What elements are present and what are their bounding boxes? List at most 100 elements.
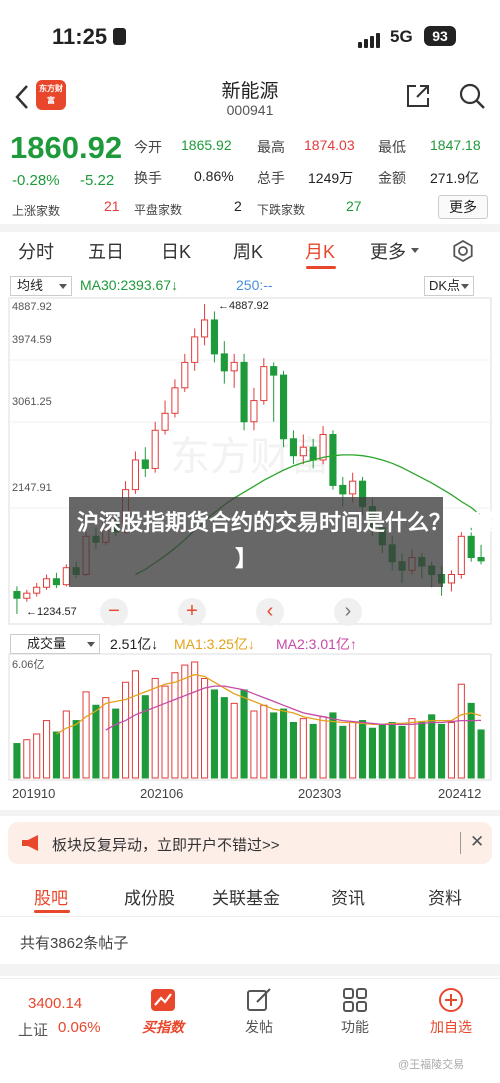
- volume-bar: [250, 710, 258, 779]
- volume-bar: [52, 731, 60, 779]
- candle-body: [457, 535, 465, 576]
- tab-profile[interactable]: 资料: [428, 884, 462, 909]
- candle-body: [171, 387, 179, 414]
- index-value[interactable]: 3400.14: [28, 995, 82, 1012]
- down-count: 27: [346, 198, 362, 214]
- divider: [460, 832, 461, 854]
- volume-bar: [23, 739, 31, 779]
- volume-bar: [388, 721, 396, 779]
- active-tab-indicator: [34, 910, 70, 913]
- volume-bar: [171, 672, 179, 779]
- tab-news[interactable]: 资讯: [331, 884, 365, 909]
- promo-banner[interactable]: 板块反复异动，立即开户不错过>> ✕: [8, 822, 492, 864]
- gear-icon[interactable]: [452, 240, 474, 262]
- change-amount: -5.22: [80, 172, 115, 189]
- zoom-out-button[interactable]: −: [100, 598, 128, 626]
- prev-button[interactable]: ‹: [256, 598, 284, 626]
- status-time: 11:25: [52, 24, 108, 49]
- candle-body: [181, 361, 189, 389]
- x-tick-label: 201910: [12, 786, 56, 801]
- overlay-headline: 沪深股指期货合约的交易时间是什么？【最新: [77, 510, 500, 535]
- news-overlay[interactable]: 沪深股指期货合约的交易时间是什么？【最新 】: [69, 497, 500, 587]
- volume-select-label: 成交量: [27, 636, 67, 651]
- volume-value: 2.51亿↓: [110, 636, 159, 652]
- x-tick-label: 202412: [438, 786, 482, 801]
- y-tick-label: 3974.59: [12, 334, 52, 346]
- tab-more[interactable]: 更多: [370, 238, 406, 264]
- add-circle-icon: [439, 988, 463, 1012]
- candle-body: [260, 366, 268, 402]
- candle-body: [289, 438, 297, 457]
- volume-bar: [13, 743, 21, 779]
- tab-week-k[interactable]: 周K: [233, 238, 263, 264]
- up-count: 21: [104, 198, 120, 214]
- nav-buy-index-label: 买指数: [142, 1019, 184, 1035]
- volume-bar: [62, 710, 70, 779]
- candle-body: [220, 353, 228, 372]
- megaphone-icon: [22, 835, 38, 851]
- close-icon[interactable]: ✕: [470, 832, 484, 852]
- tab-guba[interactable]: 股吧: [34, 884, 68, 909]
- high-label: 最高: [257, 139, 285, 155]
- tab-month-k[interactable]: 月K: [305, 238, 335, 264]
- candle-body: [13, 590, 21, 599]
- up-count-label: 上涨家数: [12, 204, 61, 218]
- volume-bar: [181, 664, 189, 779]
- amount-label: 金额: [378, 170, 406, 186]
- flat-count: 2: [234, 198, 242, 214]
- volume-bar: [102, 697, 110, 779]
- divider: [0, 964, 500, 976]
- volume-max-label: 6.06亿: [12, 659, 45, 671]
- chevron-down-icon: [411, 248, 419, 253]
- nav-add-watchlist[interactable]: 加自选: [421, 987, 481, 1037]
- divider: [0, 916, 500, 917]
- y-tick-label: 4887.92: [12, 301, 52, 313]
- low-marker-value: 1234.57: [37, 606, 77, 618]
- nav-post[interactable]: 发帖: [229, 987, 289, 1037]
- overlay-headline-end: 】: [235, 546, 258, 571]
- tab-constituents[interactable]: 成份股: [124, 884, 175, 909]
- nav-add-watchlist-label: 加自选: [430, 1019, 472, 1035]
- nav-functions[interactable]: 功能: [325, 987, 385, 1037]
- current-price: 1860.92: [10, 130, 123, 165]
- volume-bar: [418, 721, 426, 779]
- down-count-label: 下跌家数: [257, 203, 306, 217]
- volume-bar: [408, 718, 416, 779]
- turnover-value: 0.86%: [194, 168, 234, 184]
- open-value: 1865.92: [181, 137, 232, 153]
- volume-bar: [201, 677, 209, 779]
- candle-body: [329, 433, 337, 486]
- nav-buy-index[interactable]: 买指数: [133, 987, 193, 1037]
- volume-bar: [467, 702, 475, 779]
- share-icon[interactable]: [404, 82, 432, 110]
- zoom-in-button[interactable]: +: [178, 598, 206, 626]
- volume-bar: [447, 721, 455, 779]
- battery-icon: 93: [424, 26, 456, 46]
- edit-icon: [247, 988, 271, 1011]
- next-button[interactable]: ›: [334, 598, 362, 626]
- high-value: 1874.03: [304, 137, 355, 153]
- candle-body: [349, 480, 357, 495]
- tab-day-k[interactable]: 日K: [161, 238, 191, 264]
- volume-bar: [161, 685, 169, 779]
- network-type: 5G: [390, 27, 413, 46]
- more-button[interactable]: 更多: [438, 195, 488, 219]
- volume-bar: [349, 721, 357, 779]
- candle-body: [240, 361, 248, 423]
- tab-five-day[interactable]: 五日: [88, 238, 124, 264]
- search-icon[interactable]: [458, 82, 486, 110]
- trend-icon: [151, 989, 175, 1011]
- flat-count-label: 平盘家数: [134, 203, 183, 217]
- candle-body: [319, 433, 327, 461]
- volume-indicator-select[interactable]: 成交量: [10, 634, 100, 654]
- low-value: 1847.18: [430, 137, 481, 153]
- tab-related-funds[interactable]: 关联基金: [212, 884, 280, 909]
- candle-body: [447, 574, 455, 584]
- volume-label: 总手: [257, 170, 285, 186]
- candle-body: [151, 429, 159, 469]
- volume-bar: [131, 670, 139, 779]
- volume-bar: [280, 708, 288, 779]
- quote-panel: 1860.92 -0.28% -5.22 今开 1865.92 最高 1874.…: [0, 128, 500, 224]
- tab-minute[interactable]: 分时: [18, 238, 54, 264]
- banner-text: 板块反复异动，立即开户不错过>>: [52, 837, 280, 854]
